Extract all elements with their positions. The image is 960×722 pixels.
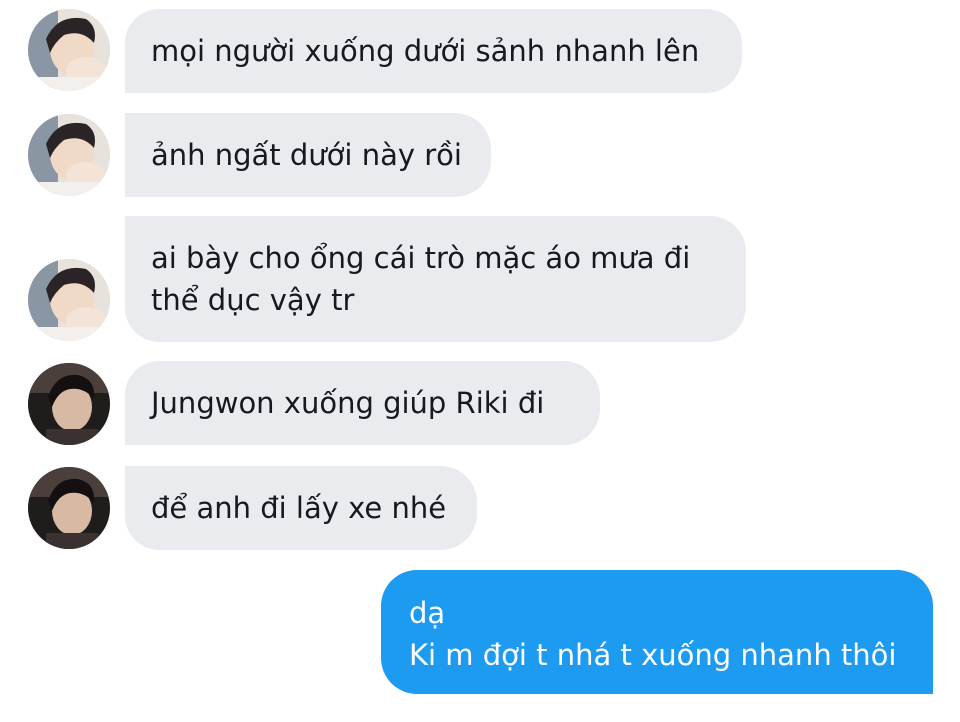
sent-message-text: dạ (409, 596, 446, 630)
message-text: Jungwon xuống giúp Riki đi (151, 386, 545, 420)
avatar[interactable] (28, 467, 110, 549)
message-text: để anh đi lấy xe nhé (151, 491, 447, 525)
avatar-photo-icon (28, 259, 110, 341)
received-message-bubble[interactable]: để anh đi lấy xe nhé (125, 466, 477, 550)
message-text: thể dục vậy tr (151, 283, 355, 317)
avatar-photo-icon (28, 467, 110, 549)
received-message-bubble[interactable]: ảnh ngất dưới này rồi (125, 113, 491, 197)
received-message-bubble[interactable]: Jungwon xuống giúp Riki đi (125, 361, 600, 445)
received-message-bubble[interactable]: mọi người xuống dưới sảnh nhanh lên (125, 9, 742, 93)
avatar[interactable] (28, 114, 110, 196)
avatar-photo-icon (28, 363, 110, 445)
avatar-photo-icon (28, 114, 110, 196)
chat-thread: mọi người xuống dưới sảnh nhanh lên ảnh … (0, 0, 960, 722)
message-text: ảnh ngất dưới này rồi (151, 138, 462, 172)
avatar[interactable] (28, 363, 110, 445)
sent-message-bubble[interactable]: dạ Ki m đợi t nhá t xuống nhanh thôi (381, 570, 933, 694)
avatar[interactable] (28, 259, 110, 341)
message-text: ai bày cho ổng cái trò mặc áo mưa đi (151, 241, 691, 275)
received-message-bubble[interactable]: ai bày cho ổng cái trò mặc áo mưa đi thể… (125, 216, 746, 342)
avatar[interactable] (28, 9, 110, 91)
sent-message-text: Ki m đợi t nhá t xuống nhanh thôi (409, 638, 897, 672)
message-text: mọi người xuống dưới sảnh nhanh lên (151, 34, 700, 68)
avatar-photo-icon (28, 9, 110, 91)
